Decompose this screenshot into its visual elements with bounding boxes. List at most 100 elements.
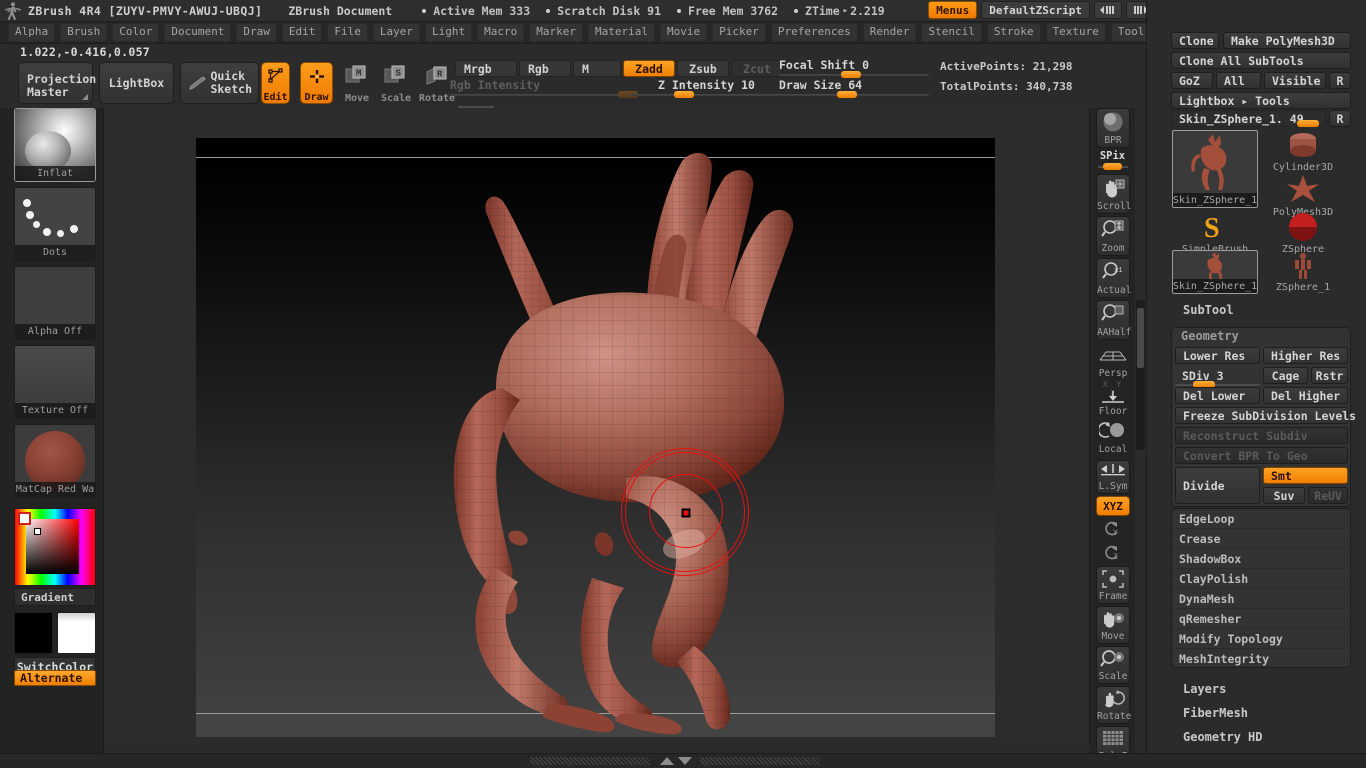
gradient-button[interactable]: Gradient <box>14 588 96 606</box>
section-meshintegrity[interactable]: MeshIntegrity <box>1171 649 1351 669</box>
tool-thumb-skin-zsphere-1-large[interactable]: Skin_ZSphere_1 <box>1172 130 1258 208</box>
move-button[interactable]: M Move <box>339 62 375 104</box>
texture-swatch[interactable]: Texture Off <box>14 345 96 419</box>
z-intensity-knob[interactable] <box>674 91 694 98</box>
section-claypolish[interactable]: ClayPolish <box>1171 569 1351 589</box>
stroke-swatch[interactable]: Dots <box>14 187 96 261</box>
canvas-scrollbar[interactable] <box>104 745 1090 752</box>
menu-item-macro[interactable]: Macro <box>477 23 525 42</box>
menu-item-stencil[interactable]: Stencil <box>921 23 982 42</box>
alpha-swatch[interactable]: Alpha Off <box>14 266 96 340</box>
section-fibermesh[interactable]: FiberMesh <box>1183 706 1248 720</box>
menu-item-render[interactable]: Render <box>862 23 917 42</box>
frame-button[interactable]: Frame <box>1096 566 1130 604</box>
scroll-up-icon[interactable] <box>660 757 674 765</box>
section-crease[interactable]: Crease <box>1171 529 1351 549</box>
tool-thumb-cylinder3d[interactable]: Cylinder3D <box>1260 130 1346 174</box>
section-edgeloop[interactable]: EdgeLoop <box>1171 509 1351 529</box>
menu-item-marker[interactable]: Marker <box>529 23 583 42</box>
menu-item-picker[interactable]: Picker <box>712 23 766 42</box>
sdiv-track[interactable] <box>1175 384 1260 386</box>
higher-res-button[interactable]: Higher Res <box>1263 347 1348 364</box>
panel-scrollbar[interactable] <box>1136 300 1145 450</box>
draw-button[interactable]: Draw <box>300 62 333 104</box>
color-picker-primary-marker[interactable] <box>18 512 31 525</box>
secondary-color-swatch[interactable] <box>57 612 96 654</box>
smt-button[interactable]: Smt <box>1263 467 1348 484</box>
rotate-gizmo-button[interactable]: Rotate <box>1096 686 1131 724</box>
prev-script-icon[interactable] <box>1094 1 1122 19</box>
scale-button[interactable]: S Scale <box>378 62 414 104</box>
menu-item-color[interactable]: Color <box>112 23 160 42</box>
mrgb-button[interactable]: Mrgb <box>455 60 517 77</box>
sdiv-slider[interactable]: SDiv 3 <box>1175 367 1260 384</box>
zoom-button[interactable]: Zoom <box>1096 216 1130 256</box>
draw-size-knob[interactable] <box>837 91 857 98</box>
visible-button[interactable]: Visible <box>1264 72 1326 89</box>
scroll-button[interactable]: Scroll <box>1096 174 1131 214</box>
brush-swatch[interactable]: Inflat <box>14 108 96 182</box>
menu-item-file[interactable]: File <box>327 23 368 42</box>
panel-scrollbar-thumb[interactable] <box>1137 308 1144 368</box>
menus-button[interactable]: Menus <box>928 1 978 19</box>
local-button[interactable]: Local <box>1096 418 1130 456</box>
menu-item-material[interactable]: Material <box>587 23 655 42</box>
floor-button[interactable]: X Y Z Floor <box>1096 380 1130 418</box>
edit-button[interactable]: Edit <box>261 62 290 104</box>
sculpt-model[interactable] <box>196 138 995 737</box>
quick-sketch-button[interactable]: Quick Sketch <box>180 62 259 104</box>
document-canvas[interactable] <box>196 138 995 737</box>
lsym-button[interactable]: L.Sym <box>1096 460 1130 494</box>
menu-item-texture[interactable]: Texture <box>1045 23 1106 42</box>
reuv-button[interactable]: ReUV <box>1308 487 1348 504</box>
suv-button[interactable]: Suv <box>1263 487 1305 504</box>
lightbox-tools-button[interactable]: Lightbox ▸ Tools <box>1171 92 1351 109</box>
divide-button[interactable]: Divide <box>1175 467 1260 504</box>
zcut-button[interactable]: Zcut <box>731 60 783 77</box>
menu-item-light[interactable]: Light <box>424 23 473 42</box>
menu-item-edit[interactable]: Edit <box>281 23 323 42</box>
rotate-y-button[interactable]: Y <box>1096 518 1130 540</box>
lightbox-button[interactable]: LightBox <box>99 62 174 104</box>
zscript-button[interactable]: DefaultZScript <box>981 1 1090 19</box>
zadd-button[interactable]: Zadd <box>623 60 675 77</box>
canvas-area[interactable] <box>104 108 1090 753</box>
section-dynamesh[interactable]: DynaMesh <box>1171 589 1351 609</box>
material-swatch[interactable]: MatCap Red Wa <box>14 424 96 498</box>
clone-button[interactable]: Clone <box>1171 32 1219 49</box>
menu-item-alpha[interactable]: Alpha <box>8 23 56 42</box>
focal-shift-knob[interactable] <box>841 71 861 78</box>
move-gizmo-button[interactable]: Move <box>1096 606 1130 644</box>
clone-all-subtools-button[interactable]: Clone All SubTools <box>1171 52 1351 69</box>
lower-res-button[interactable]: Lower Res <box>1175 347 1260 364</box>
tool-thumb-zsphere-1[interactable]: ZSphere_1 <box>1260 250 1346 294</box>
m-button[interactable]: M <box>573 60 621 77</box>
persp-button[interactable]: Persp <box>1096 342 1130 380</box>
menu-item-draw[interactable]: Draw <box>236 23 277 42</box>
xyz-button[interactable]: XYZ <box>1096 496 1130 516</box>
aahalf-button[interactable]: AAHalf <box>1096 300 1131 340</box>
section-qremesher[interactable]: qRemesher <box>1171 609 1351 629</box>
menu-item-brush[interactable]: Brush <box>60 23 108 42</box>
menu-item-document[interactable]: Document <box>164 23 232 42</box>
menu-item-preferences[interactable]: Preferences <box>770 23 858 42</box>
bottom-grip-right[interactable] <box>700 757 820 765</box>
z-intensity-slider[interactable]: Z Intensity 10 <box>630 78 785 98</box>
bpr-button[interactable]: BPR <box>1096 108 1130 148</box>
rgb-button[interactable]: Rgb <box>519 60 571 77</box>
rotate-z-button[interactable]: Z <box>1096 542 1130 564</box>
bottom-grip-left[interactable] <box>530 757 650 765</box>
all-button[interactable]: All <box>1216 72 1261 89</box>
color-picker[interactable] <box>14 508 96 586</box>
menu-item-layer[interactable]: Layer <box>372 23 420 42</box>
scale-gizmo-button[interactable]: Scale <box>1096 646 1130 684</box>
section-geometry-hd[interactable]: Geometry HD <box>1183 730 1262 744</box>
section-layers[interactable]: Layers <box>1183 682 1226 696</box>
freeze-subdivision-button[interactable]: Freeze SubDivision Levels <box>1175 407 1356 424</box>
cage-button[interactable]: Cage <box>1263 367 1308 384</box>
projection-master-button[interactable]: Projection Master <box>18 62 96 104</box>
menu-item-stroke[interactable]: Stroke <box>986 23 1041 42</box>
current-tool-r-button[interactable]: R <box>1329 110 1351 127</box>
geometry-section-header[interactable]: Geometry <box>1181 329 1239 343</box>
focal-shift-slider[interactable]: Focal Shift 0 <box>779 58 929 78</box>
